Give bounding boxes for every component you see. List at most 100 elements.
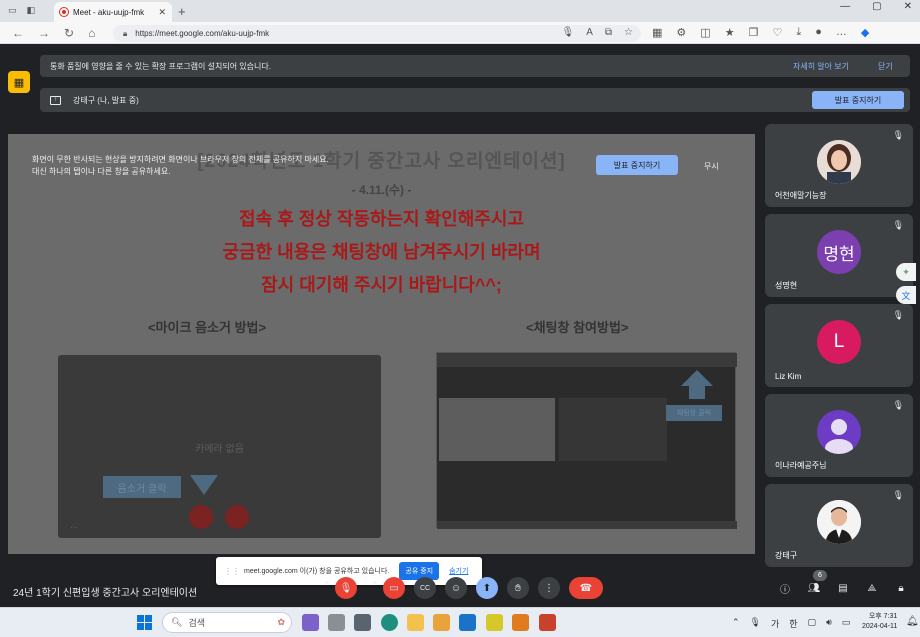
close-window-icon[interactable]: ✕ bbox=[904, 1, 912, 12]
stop-presenting-button[interactable]: 발표 중지하기 bbox=[812, 91, 904, 109]
close-banner-link[interactable]: 닫기 bbox=[878, 61, 893, 72]
favorites-icon[interactable]: ★ bbox=[725, 26, 735, 39]
read-aloud-icon[interactable]: A bbox=[586, 27, 593, 38]
home-icon[interactable]: ⌂ bbox=[88, 26, 95, 40]
more-vert-icon: ⋮ bbox=[544, 582, 554, 594]
ime-mode-indicator[interactable]: 한 bbox=[789, 617, 797, 630]
video-options-chevron-icon[interactable]: ⌃ bbox=[371, 580, 379, 591]
extension-grid-icon[interactable]: ▦ bbox=[652, 26, 662, 39]
captions-button[interactable]: CC bbox=[414, 577, 436, 599]
participant-tile[interactable]: 🎙︎ 명현 성명현 bbox=[765, 214, 913, 297]
maximize-icon[interactable]: ▢ bbox=[872, 1, 881, 12]
battery-icon[interactable]: ▭ bbox=[842, 617, 851, 630]
app-icon[interactable] bbox=[354, 614, 371, 631]
microphone-tray-icon[interactable]: 🎙︎ bbox=[750, 617, 761, 630]
chat-icon: ▤ bbox=[838, 582, 848, 594]
browser-tab[interactable]: Meet - aku-uujp-fmk ✕ bbox=[54, 2, 172, 22]
present-button[interactable]: ⬆ bbox=[476, 577, 498, 599]
mic-mute-heading: <마이크 음소거 방법> bbox=[148, 320, 267, 335]
forward-icon[interactable]: → bbox=[38, 26, 50, 40]
meeting-info-button[interactable]: ⓘ bbox=[774, 577, 796, 599]
more-options-button[interactable]: ⋮ bbox=[538, 577, 560, 599]
chat-join-heading: <채팅창 참여방법> bbox=[526, 320, 629, 335]
window-controls: — ▢ ✕ bbox=[840, 0, 912, 12]
downloads-icon[interactable]: ⤓ bbox=[796, 26, 801, 39]
slide-notice-line: 접속 후 정상 작동하는지 확인해주시고 bbox=[239, 209, 524, 229]
minimize-icon[interactable]: — bbox=[840, 1, 850, 12]
participant-tile[interactable]: 🎙︎ 이나라예공주님 bbox=[765, 394, 913, 477]
camera-off-icon: ▭ bbox=[389, 582, 399, 594]
taskbar-clock[interactable]: 오후 7:31 2024-04-11 bbox=[862, 612, 897, 632]
mail-icon[interactable] bbox=[459, 614, 476, 631]
gemini-sparkle-icon[interactable]: ✦ bbox=[896, 263, 916, 281]
tab-actions: ▭ ◧ bbox=[8, 5, 35, 16]
browser-essentials-icon[interactable]: ♡ bbox=[772, 26, 782, 39]
copilot-icon[interactable]: ◆ bbox=[861, 26, 869, 39]
more-icon[interactable]: … bbox=[836, 26, 847, 39]
arrow-up-icon bbox=[681, 370, 713, 386]
collections-icon[interactable]: ❐ bbox=[749, 26, 759, 39]
captions-icon: CC bbox=[419, 584, 431, 592]
stop-presenting-button[interactable]: 발표 중지하기 bbox=[596, 155, 678, 175]
kakaotalk-icon[interactable] bbox=[486, 614, 503, 631]
leave-call-button[interactable]: ☎︎ bbox=[569, 577, 603, 599]
mic-off-button[interactable]: 🎙︎ bbox=[335, 577, 357, 599]
browser-tabbar: ▭ ◧ Meet - aku-uujp-fmk ✕ + — ▢ ✕ bbox=[0, 0, 920, 22]
mock-video-tile bbox=[439, 398, 555, 461]
extension-warning-banner: 통화 품질에 영향을 줄 수 있는 확장 프로그램이 설치되어 있습니다. 자세… bbox=[40, 55, 910, 77]
close-tab-icon[interactable]: ✕ bbox=[158, 7, 166, 18]
tab-actions-icon[interactable]: ▭ bbox=[8, 5, 17, 16]
translate-icon[interactable]: 文 bbox=[896, 286, 916, 304]
favorite-star-icon[interactable]: ☆ bbox=[624, 27, 633, 38]
clock-date: 2024-04-11 bbox=[862, 623, 898, 630]
host-controls-button[interactable]: 🔒︎ bbox=[890, 577, 912, 599]
learn-more-link[interactable]: 자세히 알아 보기 bbox=[793, 61, 849, 72]
edge-sidebar-icon[interactable]: ◧ bbox=[27, 5, 36, 16]
system-tray: ⌃ 🎙︎ 가 한 ▢ 🔊︎ ▭ bbox=[732, 617, 850, 630]
meeting-title: 24년 1학기 신편입생 중간고사 오리엔테이션 bbox=[13, 588, 198, 599]
participant-name: Liz Kim bbox=[775, 372, 802, 381]
extension-icon[interactable]: ⚙ bbox=[676, 26, 686, 39]
people-button[interactable]: 👥︎ bbox=[803, 577, 825, 599]
powerpoint-icon[interactable] bbox=[539, 614, 556, 631]
camera-off-button[interactable]: ▭ bbox=[383, 577, 405, 599]
url-field[interactable]: 🔒︎ https://meet.google.com/aku-uujp-fmk … bbox=[113, 25, 641, 42]
windows-start-icon[interactable] bbox=[137, 615, 152, 630]
copilot-app-icon[interactable] bbox=[302, 614, 319, 631]
participant-tile[interactable]: 🎙︎ 강태구 bbox=[765, 484, 913, 567]
network-icon[interactable]: ▢ bbox=[808, 617, 817, 630]
participant-tile[interactable]: 🎙︎ L Liz Kim bbox=[765, 304, 913, 387]
participant-tile[interactable]: 🎙︎ 어천애말기능장 bbox=[765, 124, 913, 207]
raise-hand-button[interactable]: ✋︎ bbox=[507, 577, 529, 599]
activities-button[interactable]: ⟁ bbox=[861, 577, 883, 599]
split-screen-icon[interactable]: ◫ bbox=[700, 26, 710, 39]
mic-icon[interactable]: 🎙︎ bbox=[562, 27, 575, 38]
audio-options-chevron-icon[interactable]: ⌃ bbox=[323, 580, 331, 591]
file-explorer-icon[interactable] bbox=[407, 614, 424, 631]
app-available-icon[interactable]: ⧉ bbox=[605, 27, 612, 38]
ignore-button[interactable]: 무시 bbox=[704, 161, 719, 172]
lock-icon[interactable]: 🔒︎ bbox=[123, 29, 127, 39]
chat-button[interactable]: ▤ bbox=[832, 577, 854, 599]
drag-handle-icon[interactable]: ⋮⋮ bbox=[224, 567, 240, 576]
presentation-stage: [2024학년도 1학기 중간고사 오리엔테이션] - 4.11.(수) - 접… bbox=[8, 134, 755, 554]
refresh-icon[interactable]: ↻ bbox=[64, 26, 74, 40]
hide-link[interactable]: 숨기기 bbox=[449, 566, 468, 576]
taskbar-search[interactable]: 🔍︎ 검색 ✿ bbox=[162, 612, 292, 633]
task-view-icon[interactable] bbox=[328, 614, 345, 631]
notification-bell-icon[interactable]: 🔔︎ bbox=[906, 616, 919, 627]
warning-icon[interactable]: ▦ bbox=[8, 71, 30, 93]
new-tab-icon[interactable]: + bbox=[178, 4, 186, 19]
reactions-button[interactable]: ☺ bbox=[445, 577, 467, 599]
slide-notice-line: 잠시 대기해 주시기 바랍니다^^; bbox=[261, 275, 502, 295]
edge-browser-icon[interactable] bbox=[381, 614, 398, 631]
back-icon[interactable]: ← bbox=[12, 26, 24, 40]
profile-icon[interactable]: ● bbox=[815, 26, 822, 39]
show-hidden-icons-chevron[interactable]: ⌃ bbox=[732, 617, 740, 630]
search-app-icon[interactable] bbox=[512, 614, 529, 631]
more-dots-icon: … bbox=[70, 521, 78, 530]
volume-icon[interactable]: 🔊︎ bbox=[826, 617, 832, 630]
store-icon[interactable] bbox=[433, 614, 450, 631]
mic-muted-icon: 🎙︎ bbox=[892, 490, 904, 500]
ime-korean-indicator[interactable]: 가 bbox=[771, 617, 779, 630]
